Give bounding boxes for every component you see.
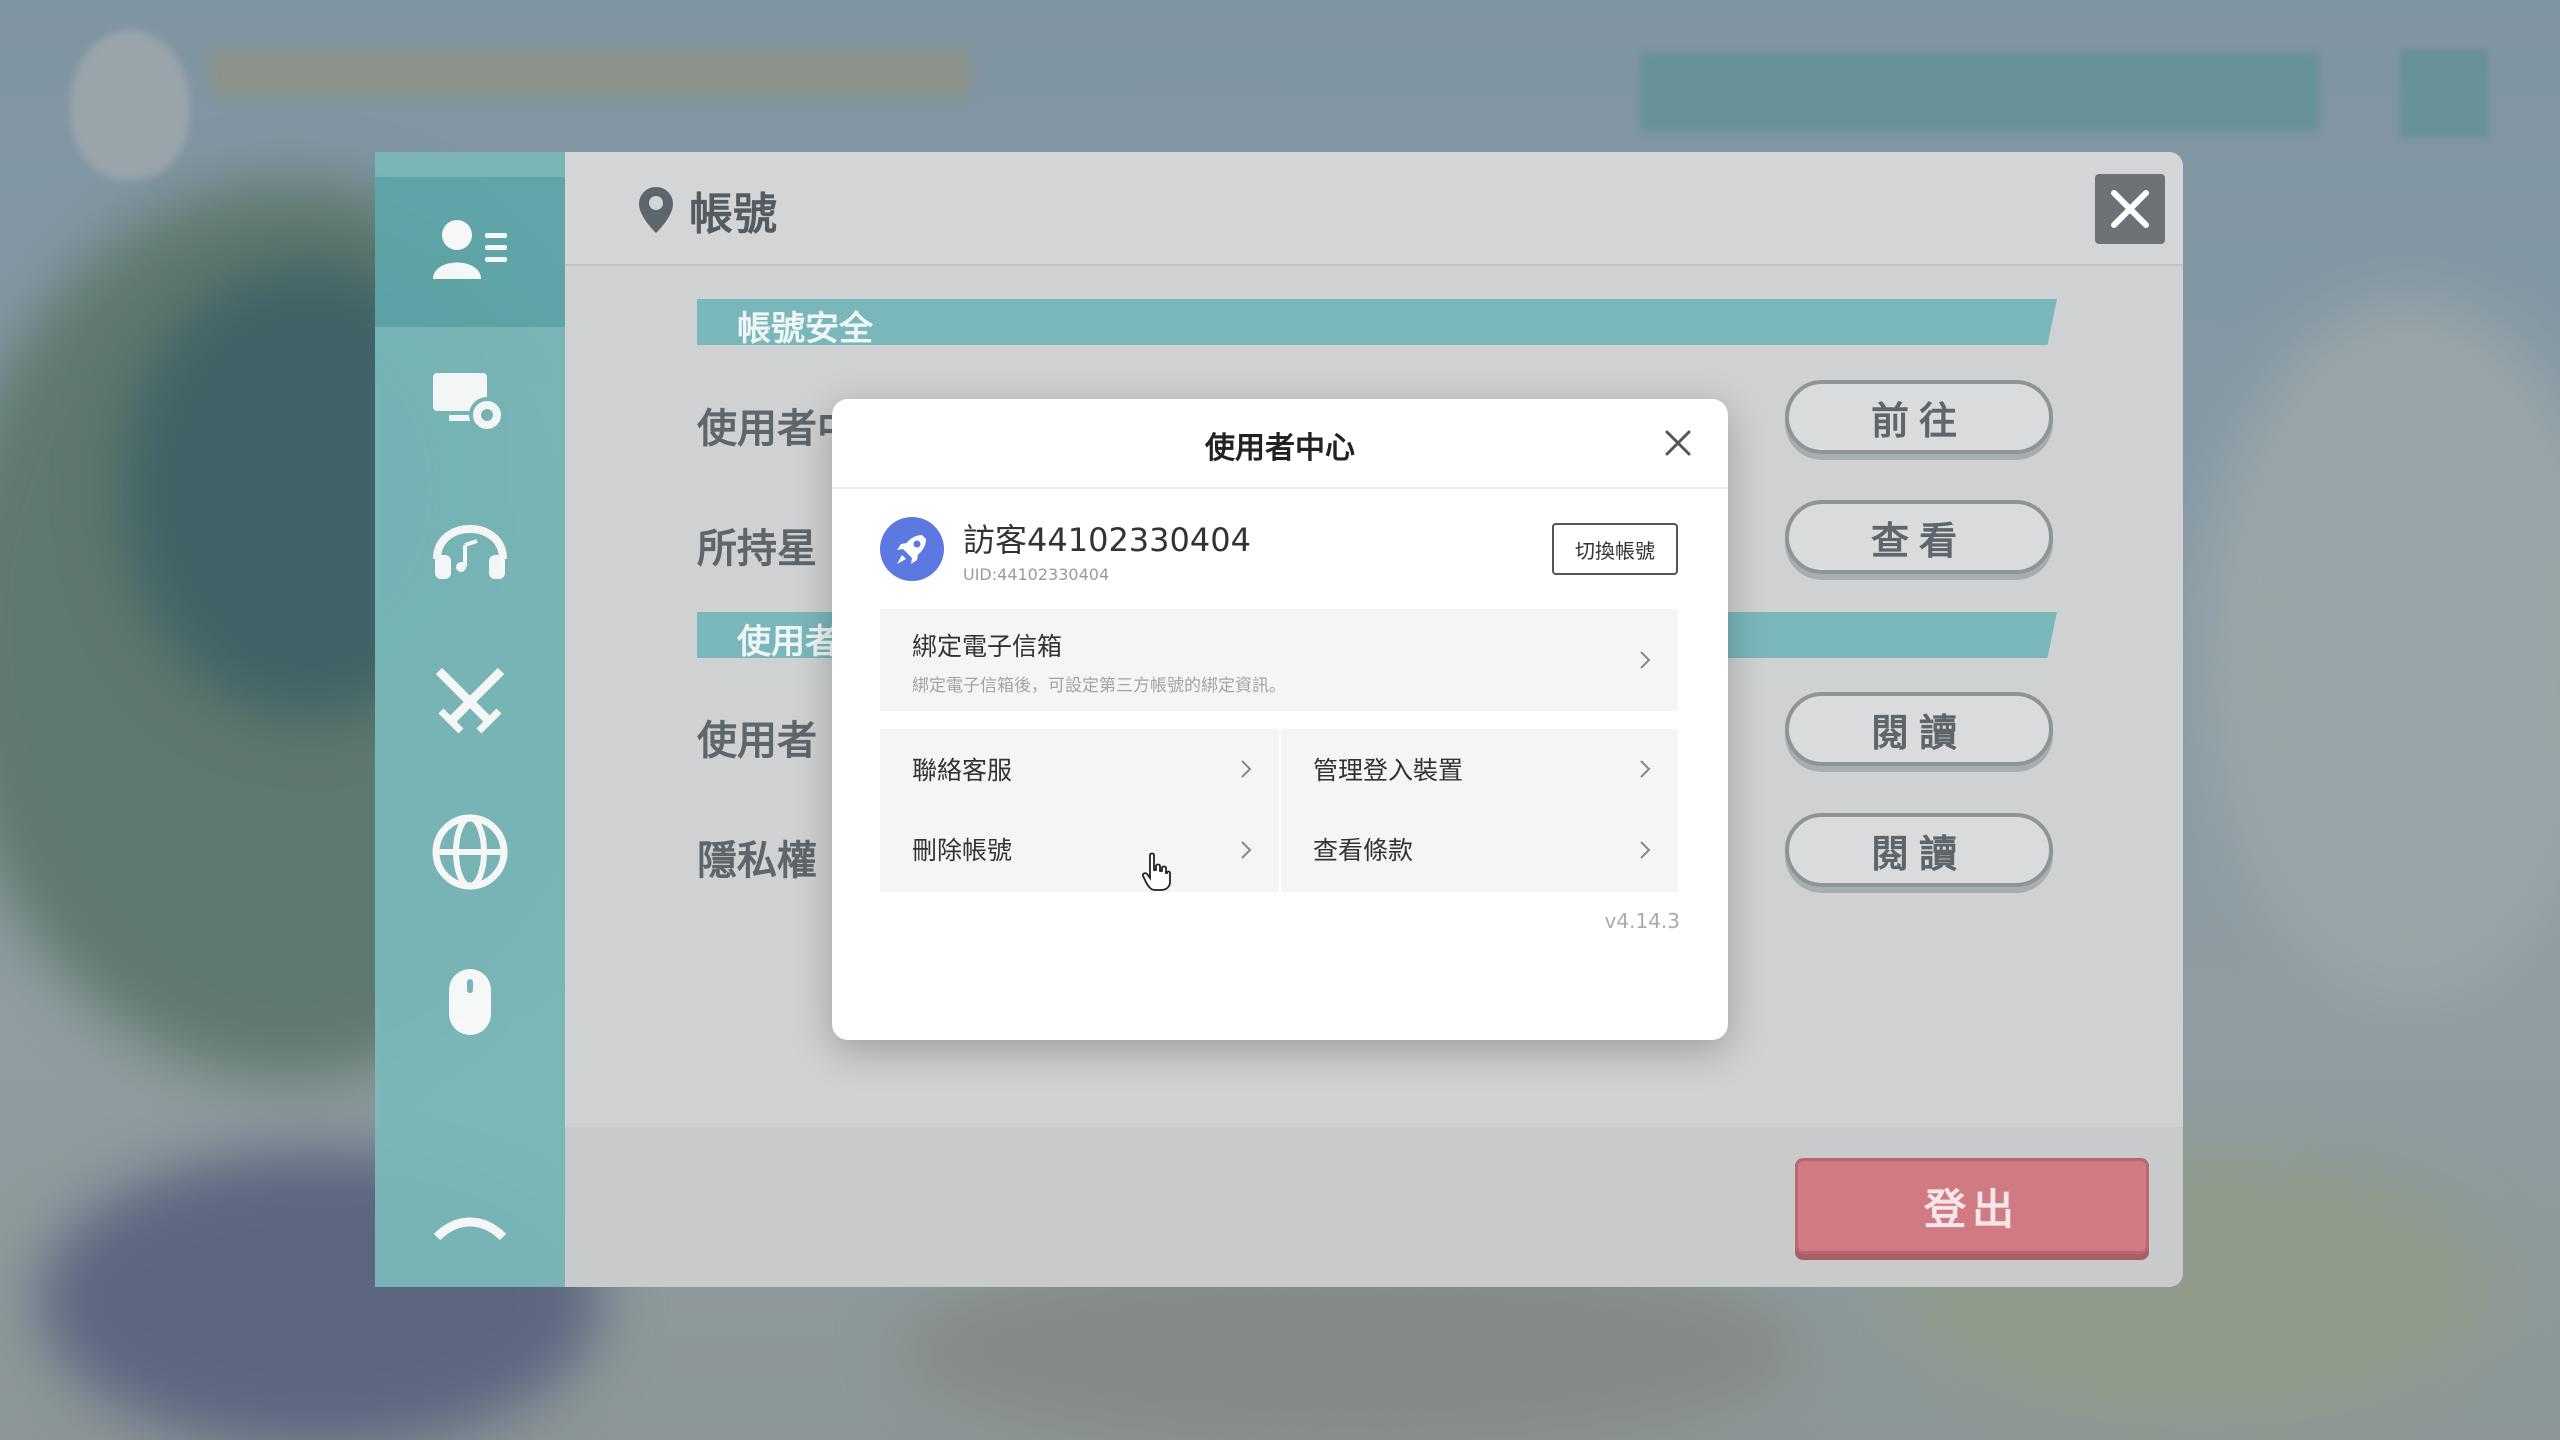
avatar — [880, 517, 944, 581]
sidebar-item-controls[interactable] — [375, 927, 565, 1077]
mouse-icon — [449, 969, 491, 1035]
sidebar-item-battle[interactable] — [375, 627, 565, 777]
bind-email-title: 綁定電子信箱 — [912, 632, 1063, 661]
headphones-icon — [433, 525, 507, 579]
manage-devices-label: 管理登入裝置 — [1313, 756, 1464, 785]
row-label-user-agreement: 使用者 — [697, 718, 817, 764]
panel-title: 帳號 — [689, 189, 777, 240]
chevron-right-icon — [1241, 841, 1252, 859]
view-stars-button[interactable]: 查看 — [1785, 500, 2053, 574]
read-privacy-button[interactable]: 閱讀 — [1785, 813, 2053, 887]
sidebar-item-more[interactable] — [375, 1077, 565, 1287]
username: 訪客44102330404 — [963, 521, 1251, 559]
sidebar-item-display[interactable] — [375, 327, 565, 477]
rocket-icon — [897, 535, 926, 564]
section-banner-account-security: 帳號安全 — [697, 299, 2057, 345]
contact-support-label: 聯絡客服 — [912, 756, 1013, 785]
view-terms-item[interactable]: 查看條款 — [1281, 811, 1678, 891]
more-icon — [433, 1217, 507, 1241]
read-user-agreement-button[interactable]: 閱讀 — [1785, 692, 2053, 766]
chevron-right-icon — [1640, 651, 1651, 669]
globe-icon — [432, 814, 508, 890]
bind-email-item[interactable]: 綁定電子信箱 綁定電子信箱後，可設定第三方帳號的綁定資訊。 — [880, 609, 1678, 711]
delete-account-label: 刪除帳號 — [912, 836, 1013, 865]
chevron-right-icon — [1640, 841, 1651, 859]
close-icon — [2111, 190, 2149, 228]
panel-header: 帳號 — [565, 152, 2183, 266]
user-center-dialog: 使用者中心 訪客44102330404 UID:44102330404 切換帳號… — [832, 399, 1728, 1040]
user-center-title: 使用者中心 — [1205, 431, 1355, 466]
account-icon — [433, 220, 507, 279]
sidebar-item-audio[interactable] — [375, 477, 565, 627]
row-label-owned-stars: 所持星 — [697, 526, 817, 572]
switch-account-button[interactable]: 切換帳號 — [1552, 523, 1678, 575]
user-uid: UID:44102330404 — [963, 565, 1110, 584]
chevron-right-icon — [1241, 760, 1252, 778]
settings-sidebar — [375, 152, 585, 1287]
sidebar-item-language[interactable] — [375, 777, 565, 927]
sidebar-item-account[interactable] — [375, 177, 585, 327]
version-label: v4.14.3 — [1604, 909, 1680, 933]
row-label-privacy: 隱私權 — [697, 838, 817, 884]
location-pin-icon — [639, 187, 673, 233]
contact-support-item[interactable]: 聯絡客服 — [880, 729, 1279, 809]
user-center-close-icon[interactable] — [1658, 423, 1698, 463]
delete-account-item[interactable]: 刪除帳號 — [880, 811, 1279, 891]
chevron-right-icon — [1640, 760, 1651, 778]
goto-user-center-button[interactable]: 前往 — [1785, 380, 2053, 454]
panel-close-button[interactable] — [2095, 174, 2165, 244]
settings-monitor-icon — [433, 373, 505, 433]
user-center-header: 使用者中心 — [832, 399, 1728, 489]
manage-devices-item[interactable]: 管理登入裝置 — [1281, 729, 1678, 809]
hand-cursor-icon — [1141, 852, 1171, 891]
bind-email-description: 綁定電子信箱後，可設定第三方帳號的綁定資訊。 — [912, 676, 1286, 696]
crossed-swords-icon — [435, 667, 505, 734]
logout-button[interactable]: 登出 — [1795, 1158, 2149, 1254]
view-terms-label: 查看條款 — [1313, 836, 1414, 865]
